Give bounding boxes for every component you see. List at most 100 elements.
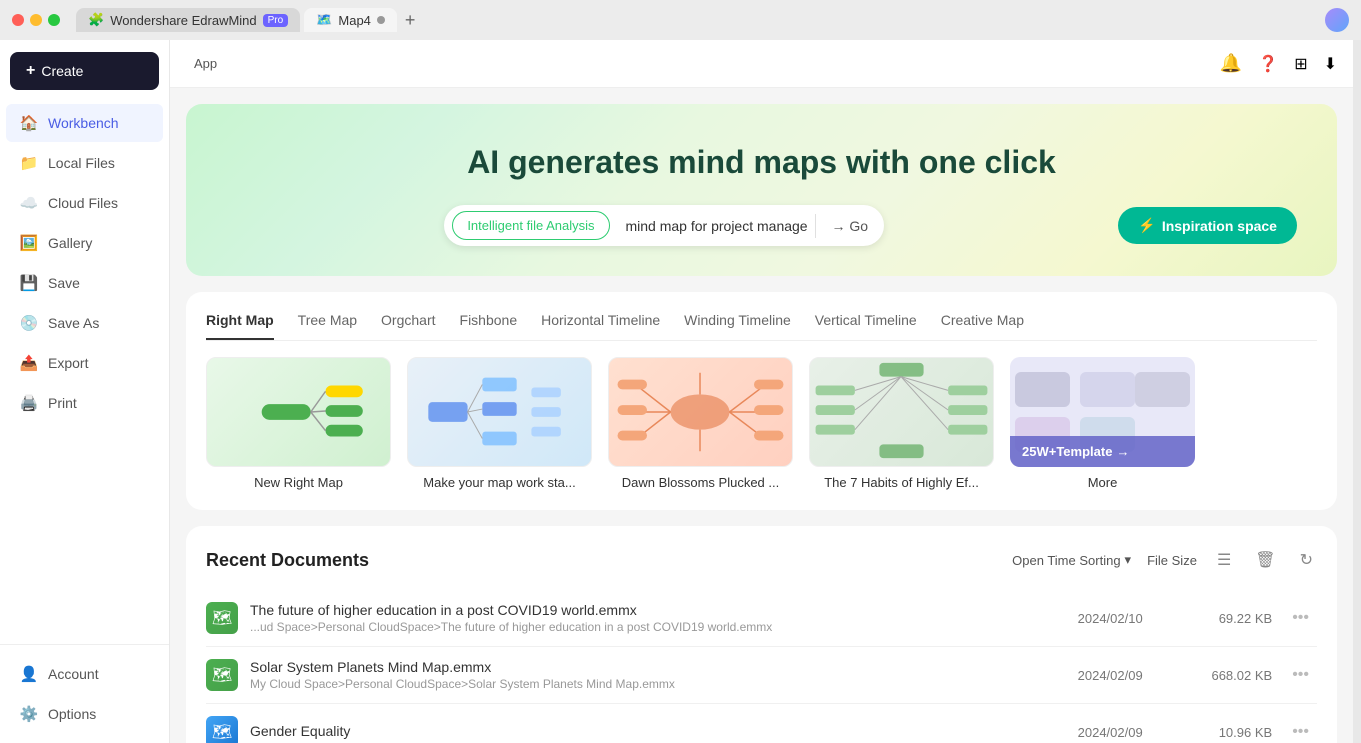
doc-name-0: The future of higher education in a post… [250,602,1048,618]
tab-orgchart-label: Orgchart [381,312,435,328]
doc-info-0: The future of higher education in a post… [250,602,1048,634]
sidebar-item-export[interactable]: 📤 Export [6,344,163,382]
sidebar-item-print[interactable]: 🖨️ Print [6,384,163,422]
search-input[interactable] [618,208,815,244]
sidebar-item-save[interactable]: 💾 Save [6,264,163,302]
titlebar-right [1325,8,1349,32]
doc-icon-1: 🗺 [206,659,238,691]
refresh-button[interactable]: ↻ [1296,546,1317,574]
template-section: Right Map Tree Map Orgchart Fishbone Hor… [186,292,1337,510]
plus-icon: + [26,62,35,80]
dawn-preview [609,358,792,466]
export-icon: 📤 [20,354,38,372]
doc-row-2[interactable]: 🗺 Gender Equality 2024/02/09 10.96 KB ••… [206,704,1317,743]
grid-icon[interactable]: ⊞ [1294,54,1307,74]
template-card-habits[interactable]: The 7 Habits of Highly Ef... [809,357,994,490]
bell-icon[interactable]: 🔔 [1220,53,1242,74]
maximize-button[interactable] [48,14,60,26]
workbench-icon: 🏠 [20,114,38,132]
hero-title: AI generates mind maps with one click [226,144,1297,181]
doc-name-1: Solar System Planets Mind Map.emmx [250,659,1048,675]
scrollbar[interactable] [1353,40,1361,743]
make-map-preview [408,358,591,466]
hero-banner: AI generates mind maps with one click In… [186,104,1337,276]
sidebar-item-account[interactable]: 👤 Account [6,655,163,693]
analysis-badge[interactable]: Intelligent file Analysis [452,211,609,240]
tab-vertical-timeline-label: Vertical Timeline [815,312,917,328]
sidebar-item-gallery[interactable]: 🖼️ Gallery [6,224,163,262]
right-map-preview [207,358,390,466]
local-files-icon: 📁 [20,154,38,172]
lightning-icon: ⚡ [1138,217,1155,234]
doc-row-1[interactable]: 🗺 Solar System Planets Mind Map.emmx My … [206,647,1317,704]
tab-creative-map[interactable]: Creative Map [941,312,1024,340]
doc-icon-2: 🗺 [206,716,238,743]
template-card-new-right-map[interactable]: New Right Map [206,357,391,490]
add-tab-button[interactable]: + [405,8,416,32]
sidebar-item-save-as[interactable]: 💿 Save As [6,304,163,342]
sidebar-item-options-label: Options [48,706,96,722]
sidebar-item-options[interactable]: ⚙️ Options [6,695,163,733]
template-card-make-map-work[interactable]: Make your map work sta... [407,357,592,490]
sidebar-item-cloud-files[interactable]: ☁️ Cloud Files [6,184,163,222]
tab-map4[interactable]: 🗺️ Map4 [304,8,397,32]
tab-vertical-timeline[interactable]: Vertical Timeline [815,312,917,340]
go-button[interactable]: → Go [816,210,885,242]
tab-edrawmind[interactable]: 🧩 Wondershare EdrawMind Pro [76,8,300,32]
inspiration-label: Inspiration space [1162,218,1277,234]
delete-button[interactable]: 🗑 [1251,546,1279,574]
topbar-right: 🔔 ❓ ⊞ ⬇ [1220,53,1337,74]
doc-size-0: 69.22 KB [1172,611,1272,626]
download-icon[interactable]: ⬇ [1324,54,1337,74]
sidebar-item-print-label: Print [48,395,77,411]
sidebar-item-workbench[interactable]: 🏠 Workbench [6,104,163,142]
sidebar-item-local-files[interactable]: 📁 Local Files [6,144,163,182]
template-thumb-new-right-map [206,357,391,467]
template-card-more[interactable]: 25W+Template → More [1010,357,1195,490]
create-button[interactable]: + Create [10,52,159,90]
tab-orgchart[interactable]: Orgchart [381,312,435,340]
inspiration-button[interactable]: ⚡ Inspiration space [1118,207,1297,244]
tab-fishbone-label: Fishbone [460,312,518,328]
tab-tree-map-label: Tree Map [298,312,357,328]
app-button[interactable]: App [186,52,225,75]
doc-menu-0[interactable]: ••• [1284,605,1317,631]
chevron-down-icon: ▾ [1125,552,1132,568]
minimize-button[interactable] [30,14,42,26]
recent-section: Recent Documents Open Time Sorting ▾ Fil… [186,526,1337,743]
tab-winding-timeline[interactable]: Winding Timeline [684,312,791,340]
save-as-icon: 💿 [20,314,38,332]
sort-label: Open Time Sorting [1012,553,1120,568]
create-label: Create [41,63,83,79]
sidebar: + Create 🏠 Workbench 📁 Local Files ☁️ Cl… [0,40,170,743]
doc-date-1: 2024/02/09 [1060,668,1160,683]
help-icon[interactable]: ❓ [1258,54,1278,74]
template-thumb-more: 25W+Template → [1010,357,1195,467]
doc-menu-1[interactable]: ••• [1284,662,1317,688]
close-button[interactable] [12,14,24,26]
list-view-button[interactable]: ☰ [1213,546,1235,574]
sidebar-item-gallery-label: Gallery [48,235,92,251]
tab-fishbone[interactable]: Fishbone [460,312,518,340]
tab-tree-map[interactable]: Tree Map [298,312,357,340]
tab-winding-timeline-label: Winding Timeline [684,312,791,328]
recent-controls: Open Time Sorting ▾ File Size ☰ 🗑 ↻ [1012,546,1317,574]
sidebar-item-cloud-files-label: Cloud Files [48,195,118,211]
doc-row-0[interactable]: 🗺 The future of higher education in a po… [206,590,1317,647]
template-card-dawn-blossoms[interactable]: Dawn Blossoms Plucked ... [608,357,793,490]
tab-horizontal-timeline[interactable]: Horizontal Timeline [541,312,660,340]
doc-menu-2[interactable]: ••• [1284,719,1317,743]
sort-button[interactable]: Open Time Sorting ▾ [1012,552,1131,568]
user-avatar[interactable] [1325,8,1349,32]
recent-title: Recent Documents [206,550,369,571]
template-name-make-map-work: Make your map work sta... [407,475,592,490]
tab-right-map[interactable]: Right Map [206,312,274,340]
sidebar-item-save-as-label: Save As [48,315,99,331]
save-icon: 💾 [20,274,38,292]
recent-header: Recent Documents Open Time Sorting ▾ Fil… [206,546,1317,574]
account-icon: 👤 [20,665,38,683]
doc-info-1: Solar System Planets Mind Map.emmx My Cl… [250,659,1048,691]
doc-size-2: 10.96 KB [1172,725,1272,740]
traffic-lights [12,14,60,26]
tab-horizontal-timeline-label: Horizontal Timeline [541,312,660,328]
